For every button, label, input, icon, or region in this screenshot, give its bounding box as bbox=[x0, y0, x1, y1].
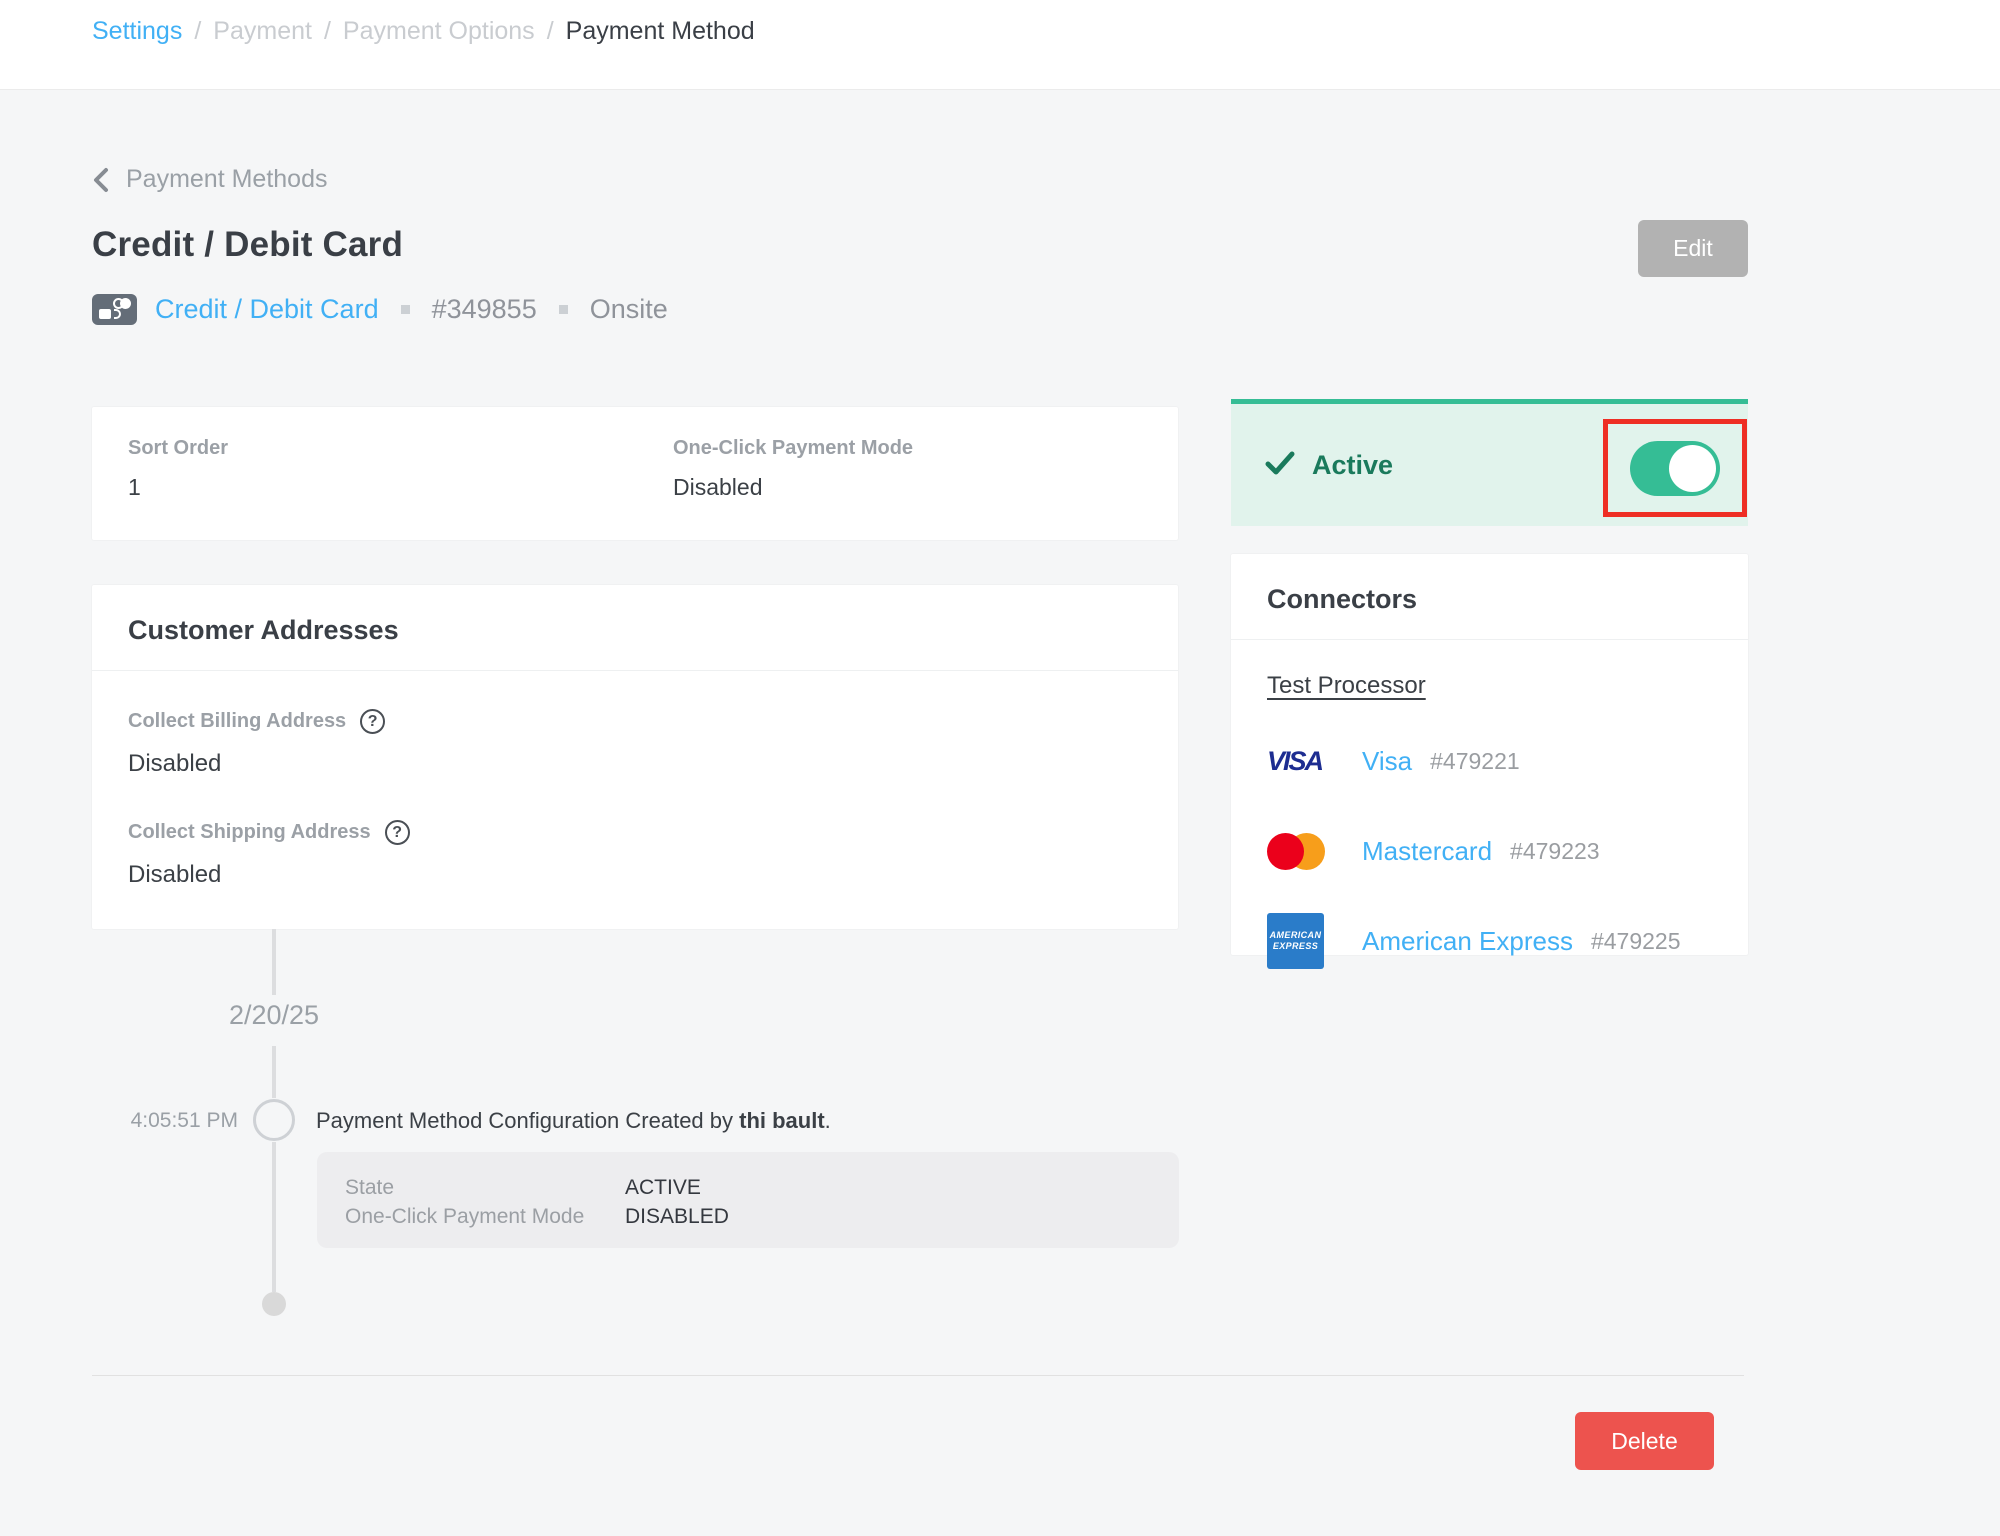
delete-button[interactable]: Delete bbox=[1575, 1412, 1714, 1470]
active-toggle[interactable] bbox=[1630, 441, 1720, 496]
detail-one-click-value: DISABLED bbox=[625, 1202, 729, 1231]
connectors-header: Connectors bbox=[1231, 554, 1748, 640]
annotation-highlight-box bbox=[1603, 419, 1747, 517]
payment-method-page: Settings / Payment / Payment Options / P… bbox=[0, 0, 2000, 1536]
timeline-line bbox=[272, 1046, 276, 1098]
timeline-line bbox=[272, 1142, 276, 1292]
collect-billing-address-label: Collect Billing Address bbox=[128, 710, 346, 733]
back-link-label: Payment Methods bbox=[126, 165, 328, 194]
timeline-event-time: 4:05:51 PM bbox=[38, 1109, 238, 1133]
payment-method-id: #349855 bbox=[432, 294, 537, 325]
timeline-event-actor: thi bault bbox=[739, 1108, 825, 1133]
collect-shipping-address-value: Disabled bbox=[128, 861, 1142, 889]
sort-order-field: Sort Order 1 bbox=[128, 437, 673, 510]
customer-addresses-title: Customer Addresses bbox=[128, 615, 399, 645]
amex-logo-icon: AMERICAN EXPRESS bbox=[1267, 913, 1324, 969]
breadcrumb-payment: Payment bbox=[213, 17, 312, 46]
timeline-date: 2/20/25 bbox=[174, 1000, 374, 1031]
connector-link-visa[interactable]: Visa bbox=[1362, 746, 1412, 777]
collect-shipping-address-field: Collect Shipping Address ? Disabled bbox=[128, 820, 1142, 889]
collect-shipping-address-label: Collect Shipping Address bbox=[128, 821, 371, 844]
breadcrumb-settings[interactable]: Settings bbox=[92, 17, 182, 46]
collect-billing-address-value: Disabled bbox=[128, 750, 1142, 778]
breadcrumb: Settings / Payment / Payment Options / P… bbox=[92, 17, 755, 46]
edit-button[interactable]: Edit bbox=[1638, 220, 1748, 277]
square-separator-icon bbox=[559, 305, 568, 314]
connector-row-mastercard: Mastercard #479223 bbox=[1267, 822, 1712, 880]
detail-state-value: ACTIVE bbox=[625, 1173, 701, 1202]
check-icon bbox=[1265, 450, 1295, 481]
detail-state-label: State bbox=[345, 1173, 625, 1202]
one-click-mode-value: Disabled bbox=[673, 474, 913, 501]
sort-order-value: 1 bbox=[128, 474, 673, 501]
breadcrumb-separator: / bbox=[324, 17, 331, 46]
connectors-panel: Connectors Test Processor VISA Visa #479… bbox=[1231, 554, 1748, 955]
connector-id-visa: #479221 bbox=[1430, 748, 1520, 775]
active-status-panel: Active bbox=[1231, 399, 1748, 526]
visa-logo-icon: VISA bbox=[1267, 746, 1322, 777]
one-click-mode-label: One-Click Payment Mode bbox=[673, 437, 913, 460]
breadcrumb-separator: / bbox=[547, 17, 554, 46]
payment-method-type-link[interactable]: Credit / Debit Card bbox=[155, 294, 379, 325]
connectors-title: Connectors bbox=[1267, 584, 1417, 614]
customer-addresses-card: Customer Addresses Collect Billing Addre… bbox=[92, 585, 1178, 929]
connector-link-mastercard[interactable]: Mastercard bbox=[1362, 836, 1492, 867]
collect-billing-address-field: Collect Billing Address ? Disabled bbox=[128, 709, 1142, 778]
customer-addresses-header: Customer Addresses bbox=[92, 585, 1178, 671]
help-icon[interactable]: ? bbox=[385, 820, 410, 845]
credit-card-icon bbox=[92, 294, 137, 325]
mastercard-logo-icon bbox=[1267, 833, 1325, 870]
connector-id-mastercard: #479223 bbox=[1510, 838, 1600, 865]
connector-row-visa: VISA Visa #479221 bbox=[1267, 732, 1712, 790]
breadcrumb-payment-options: Payment Options bbox=[343, 17, 535, 46]
one-click-mode-field: One-Click Payment Mode Disabled bbox=[673, 437, 913, 510]
breadcrumb-current: Payment Method bbox=[566, 17, 755, 46]
connector-row-amex: AMERICAN EXPRESS American Express #47922… bbox=[1267, 912, 1712, 970]
timeline-event-details: State ACTIVE One-Click Payment Mode DISA… bbox=[317, 1152, 1179, 1248]
breadcrumb-bar: Settings / Payment / Payment Options / P… bbox=[0, 0, 2000, 90]
summary-card: Sort Order 1 One-Click Payment Mode Disa… bbox=[92, 407, 1178, 540]
connector-link-amex[interactable]: American Express bbox=[1362, 926, 1573, 957]
active-status-label: Active bbox=[1312, 450, 1393, 481]
breadcrumb-separator: / bbox=[194, 17, 201, 46]
page-title: Credit / Debit Card bbox=[92, 225, 403, 265]
help-icon[interactable]: ? bbox=[360, 709, 385, 734]
timeline-event-text: Payment Method Configuration Created by … bbox=[316, 1108, 831, 1134]
connector-id-amex: #479225 bbox=[1591, 928, 1681, 955]
sort-order-label: Sort Order bbox=[128, 437, 673, 460]
test-processor-link[interactable]: Test Processor bbox=[1267, 672, 1426, 699]
square-separator-icon bbox=[401, 305, 410, 314]
timeline-line bbox=[272, 929, 276, 995]
footer-divider bbox=[92, 1375, 1744, 1376]
back-to-payment-methods-link[interactable]: Payment Methods bbox=[90, 165, 328, 194]
payment-method-summary-row: Credit / Debit Card #349855 Onsite bbox=[92, 288, 668, 330]
toggle-knob bbox=[1669, 445, 1716, 492]
timeline-end-dot-icon bbox=[262, 1292, 286, 1316]
payment-method-mode: Onsite bbox=[590, 294, 668, 325]
detail-one-click-label: One-Click Payment Mode bbox=[345, 1202, 625, 1231]
chevron-left-icon bbox=[90, 166, 112, 194]
timeline-node-icon bbox=[253, 1099, 295, 1141]
